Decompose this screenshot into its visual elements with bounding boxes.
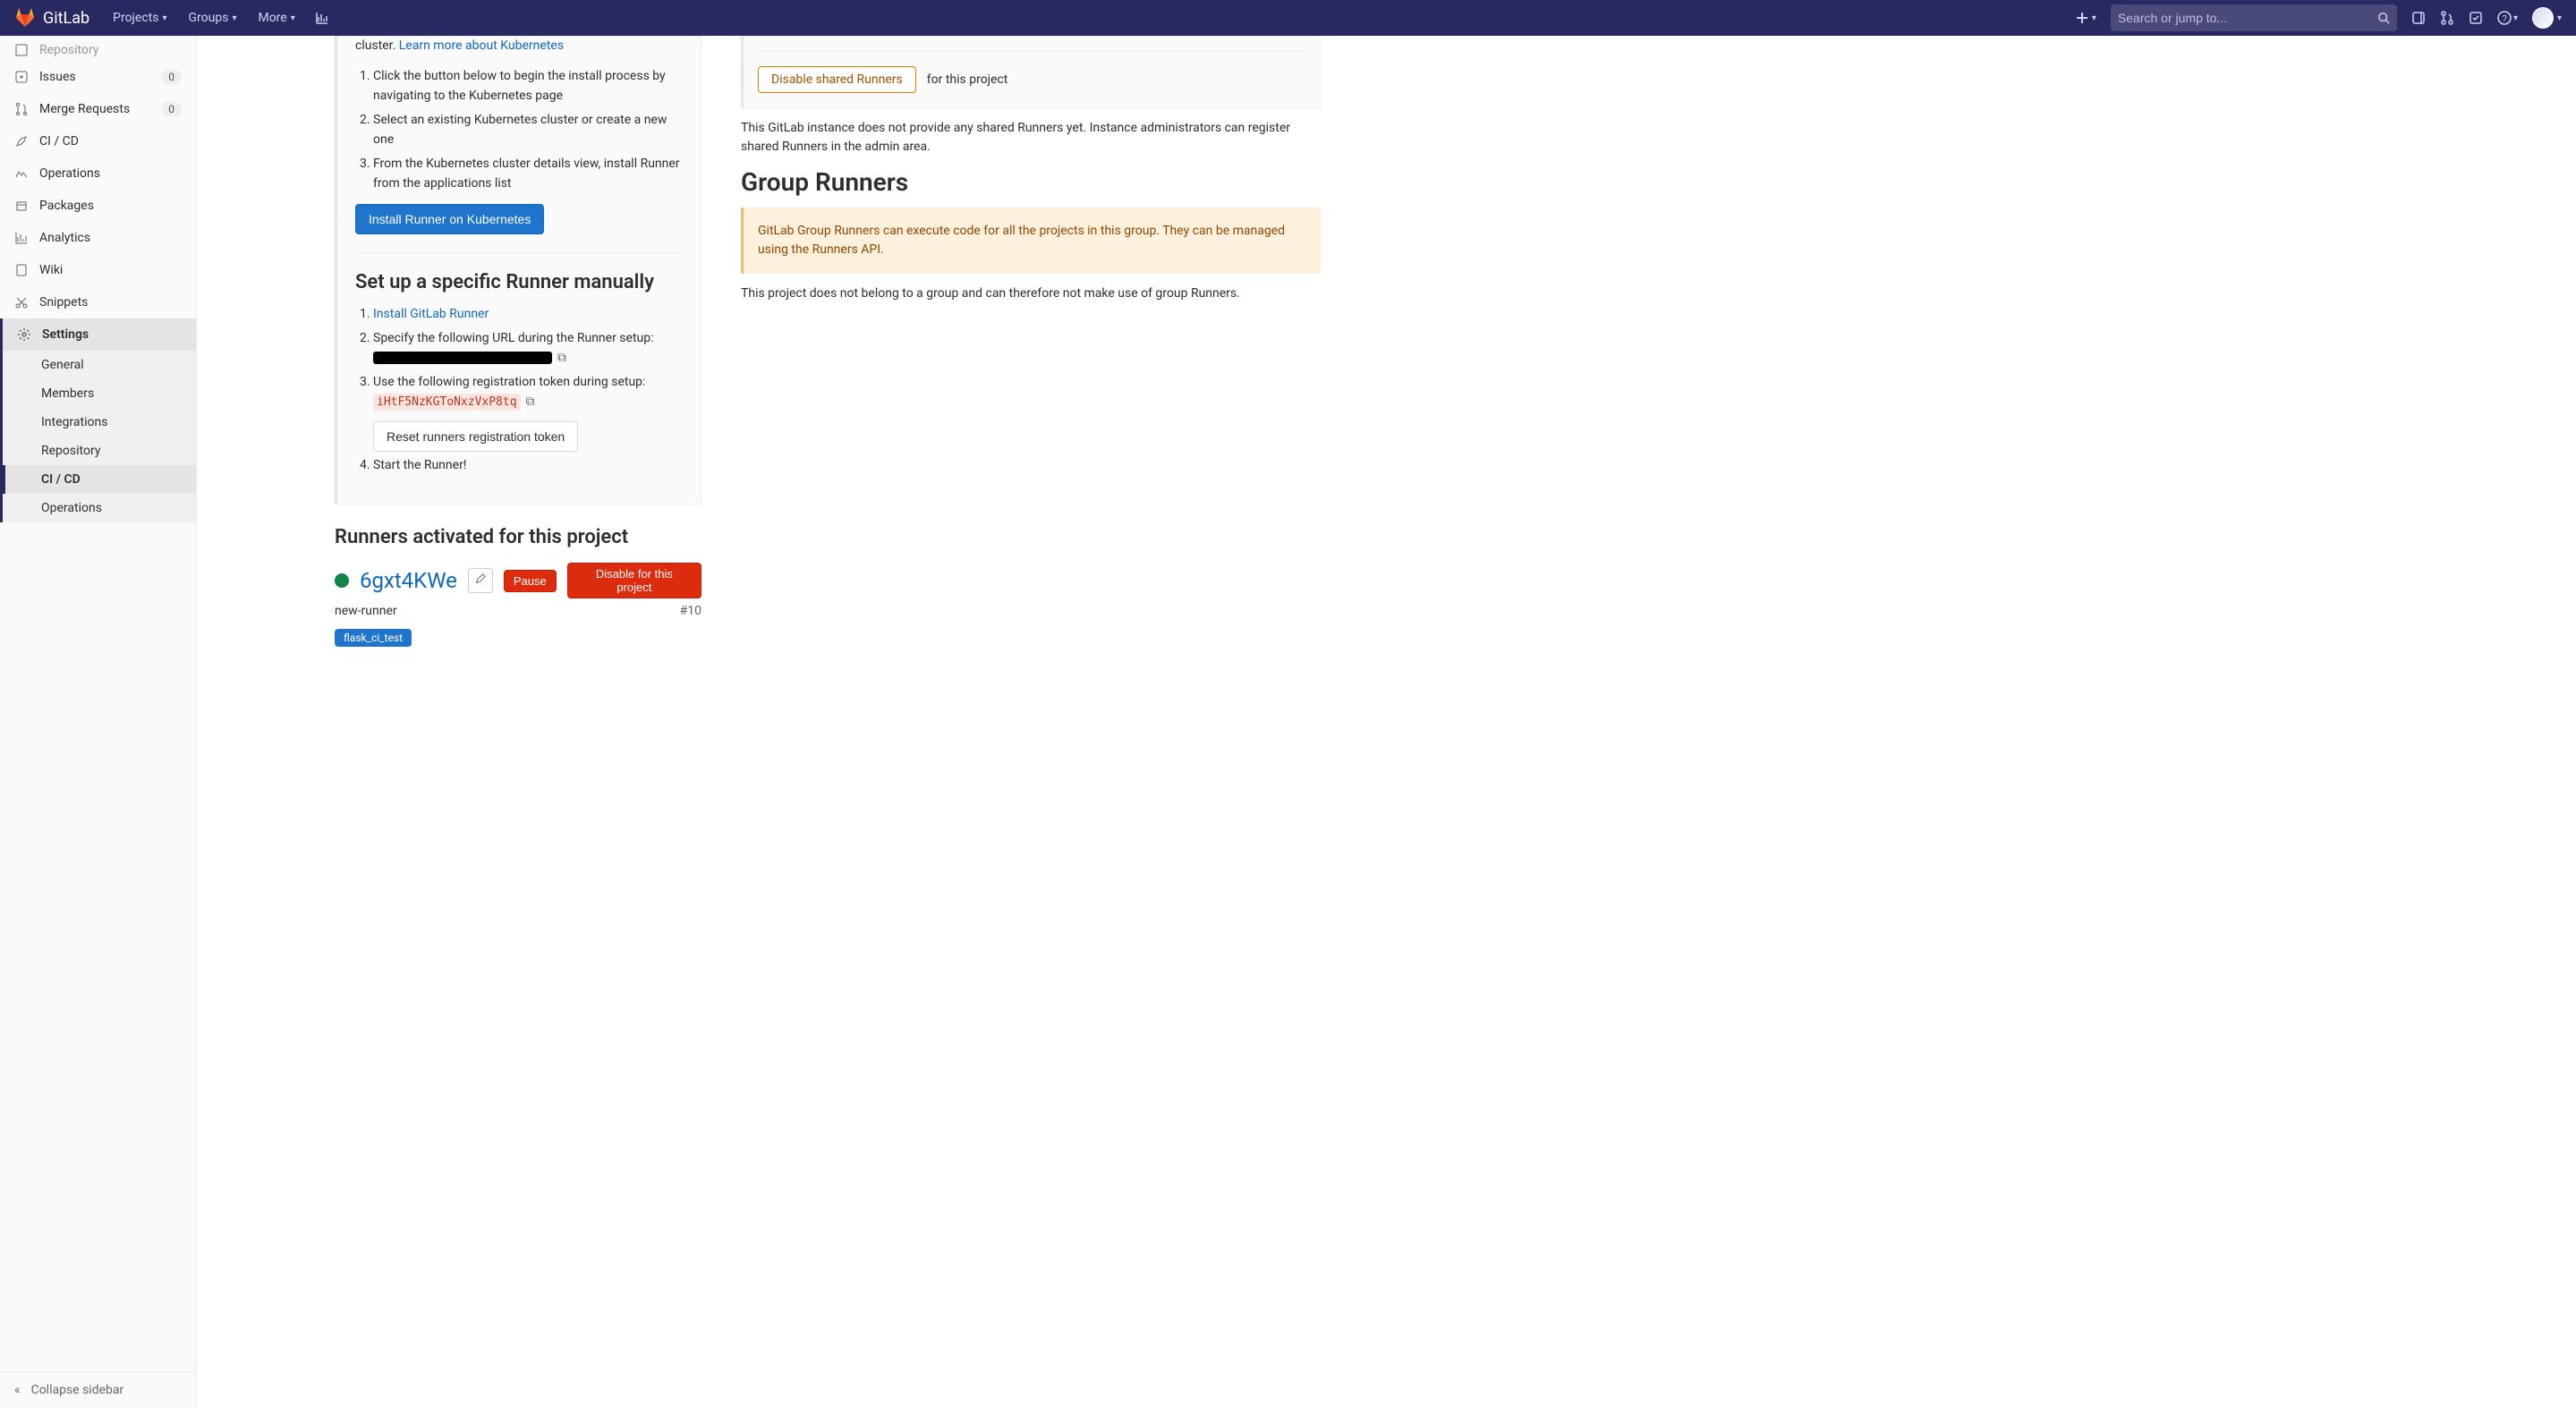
activity-icon[interactable]	[308, 5, 336, 30]
sidebar-sub-repository[interactable]: Repository	[5, 437, 196, 465]
issues-icon	[14, 70, 29, 84]
disable-runner-button[interactable]: Disable for this project	[567, 563, 701, 598]
nav-plus[interactable]: ▾	[2069, 6, 2104, 30]
package-icon	[14, 199, 29, 213]
sidebar: Repository Issues0 Merge Requests0 CI / …	[0, 36, 197, 1408]
logo[interactable]: GitLab	[14, 7, 89, 29]
chevron-left-icon: «	[14, 1383, 21, 1397]
settings-submenu: General Members Integrations Repository …	[3, 351, 196, 522]
collapse-sidebar[interactable]: «Collapse sidebar	[0, 1371, 196, 1408]
disable-shared-runners-button[interactable]: Disable shared Runners	[758, 66, 916, 93]
runner-name: new-runner	[335, 604, 397, 618]
nav-groups[interactable]: Groups▾	[180, 5, 246, 30]
copy-token-icon[interactable]: ⧉	[526, 394, 535, 409]
runner-tag: flask_ci_test	[335, 629, 412, 647]
copy-url-icon[interactable]: ⧉	[557, 351, 566, 365]
reset-token-button[interactable]: Reset runners registration token	[373, 421, 578, 452]
manual-setup-heading: Set up a specific Runner manually	[355, 271, 683, 293]
runner-setup-panel: cluster. Learn more about Kubernetes Cli…	[335, 36, 701, 505]
mr-icon	[14, 102, 29, 116]
nav-more[interactable]: More▾	[249, 5, 303, 30]
search-input[interactable]	[2118, 11, 2377, 25]
search-box[interactable]	[2111, 4, 2397, 31]
nav-issues-icon[interactable]	[2404, 5, 2433, 30]
mr-count: 0	[161, 102, 182, 116]
book-icon	[14, 263, 29, 277]
issues-count: 0	[161, 70, 182, 84]
k8s-step-3: From the Kubernetes cluster details view…	[373, 154, 683, 194]
chevron-down-icon: ▾	[2092, 13, 2096, 23]
sidebar-item-wiki[interactable]: Wiki	[0, 254, 196, 286]
sidebar-item-issues[interactable]: Issues0	[0, 61, 196, 93]
shared-runners-panel: Disable shared Runners for this project	[741, 36, 1321, 108]
sidebar-sub-cicd[interactable]: CI / CD	[3, 465, 196, 494]
svg-text:?: ?	[2502, 14, 2507, 24]
activated-runners-heading: Runners activated for this project	[335, 526, 701, 548]
rocket-icon	[14, 134, 29, 148]
search-icon	[2377, 12, 2390, 24]
runner-url-redacted	[373, 352, 552, 364]
operations-icon	[14, 166, 29, 181]
manual-steps: Install GitLab Runner Specify the follow…	[355, 304, 683, 475]
nav-projects[interactable]: Projects▾	[104, 5, 175, 30]
chevron-down-icon: ▾	[2513, 13, 2518, 23]
main-content: cluster. Learn more about Kubernetes Cli…	[197, 36, 1342, 683]
install-runner-button[interactable]: Install Runner on Kubernetes	[355, 204, 544, 234]
k8s-step-2: Select an existing Kubernetes cluster or…	[373, 110, 683, 150]
group-runners-heading: Group Runners	[741, 167, 1321, 197]
top-nav: GitLab Projects▾ Groups▾ More▾ ▾ ?▾ ▾	[0, 0, 2576, 36]
runner-row: 6gxt4KWe Pause Disable for this project	[335, 563, 701, 598]
sidebar-item-packages[interactable]: Packages	[0, 190, 196, 222]
edit-runner-button[interactable]	[468, 568, 493, 593]
nav-help-icon[interactable]: ?▾	[2490, 5, 2525, 30]
runner-meta: new-runner #10	[335, 604, 701, 618]
m-step-4: Start the Runner!	[373, 455, 683, 475]
chevron-down-icon: ▾	[2557, 13, 2562, 23]
runner-id-link[interactable]: 6gxt4KWe	[360, 568, 457, 593]
group-runners-alert: GitLab Group Runners can execute code fo…	[741, 208, 1321, 274]
sidebar-item-merge-requests[interactable]: Merge Requests0	[0, 93, 196, 125]
brand-text: GitLab	[43, 9, 89, 28]
sidebar-sub-members[interactable]: Members	[5, 379, 196, 408]
sidebar-sub-operations[interactable]: Operations	[5, 494, 196, 522]
pause-runner-button[interactable]: Pause	[504, 570, 557, 592]
sidebar-item-repository[interactable]: Repository	[0, 39, 196, 61]
repo-icon	[14, 43, 29, 57]
for-project-text: for this project	[927, 72, 1008, 87]
runner-number: #10	[680, 604, 701, 618]
learn-kubernetes-link[interactable]: Learn more about Kubernetes	[399, 38, 564, 53]
scissors-icon	[14, 295, 29, 310]
gear-icon	[17, 327, 31, 342]
shared-runners-desc: This GitLab instance does not provide an…	[741, 119, 1321, 157]
chevron-down-icon: ▾	[232, 13, 236, 23]
sidebar-sub-general[interactable]: General	[5, 351, 196, 379]
runner-status-dot	[335, 573, 349, 588]
nav-mr-icon[interactable]	[2433, 5, 2461, 30]
chevron-down-icon: ▾	[162, 13, 166, 23]
sidebar-sub-integrations[interactable]: Integrations	[5, 408, 196, 437]
sidebar-item-cicd[interactable]: CI / CD	[0, 125, 196, 157]
divider	[758, 51, 1305, 52]
chevron-down-icon: ▾	[291, 13, 295, 23]
chart-icon	[14, 231, 29, 245]
user-avatar[interactable]	[2532, 7, 2554, 29]
nav-menu: Projects▾ Groups▾ More▾	[104, 5, 336, 30]
nav-todos-icon[interactable]	[2461, 5, 2490, 30]
gitlab-logo-icon	[14, 7, 36, 29]
sidebar-item-analytics[interactable]: Analytics	[0, 222, 196, 254]
sidebar-item-operations[interactable]: Operations	[0, 157, 196, 190]
divider	[355, 252, 683, 253]
kubernetes-steps: Click the button below to begin the inst…	[355, 66, 683, 193]
install-gitlab-runner-link[interactable]: Install GitLab Runner	[373, 307, 489, 321]
k8s-step-1: Click the button below to begin the inst…	[373, 66, 683, 106]
sidebar-item-snippets[interactable]: Snippets	[0, 286, 196, 318]
sidebar-item-settings[interactable]: Settings	[3, 318, 196, 351]
registration-token: iHtF5NzKGToNxzVxP8tq	[373, 394, 521, 411]
group-runners-desc: This project does not belong to a group …	[741, 284, 1321, 303]
